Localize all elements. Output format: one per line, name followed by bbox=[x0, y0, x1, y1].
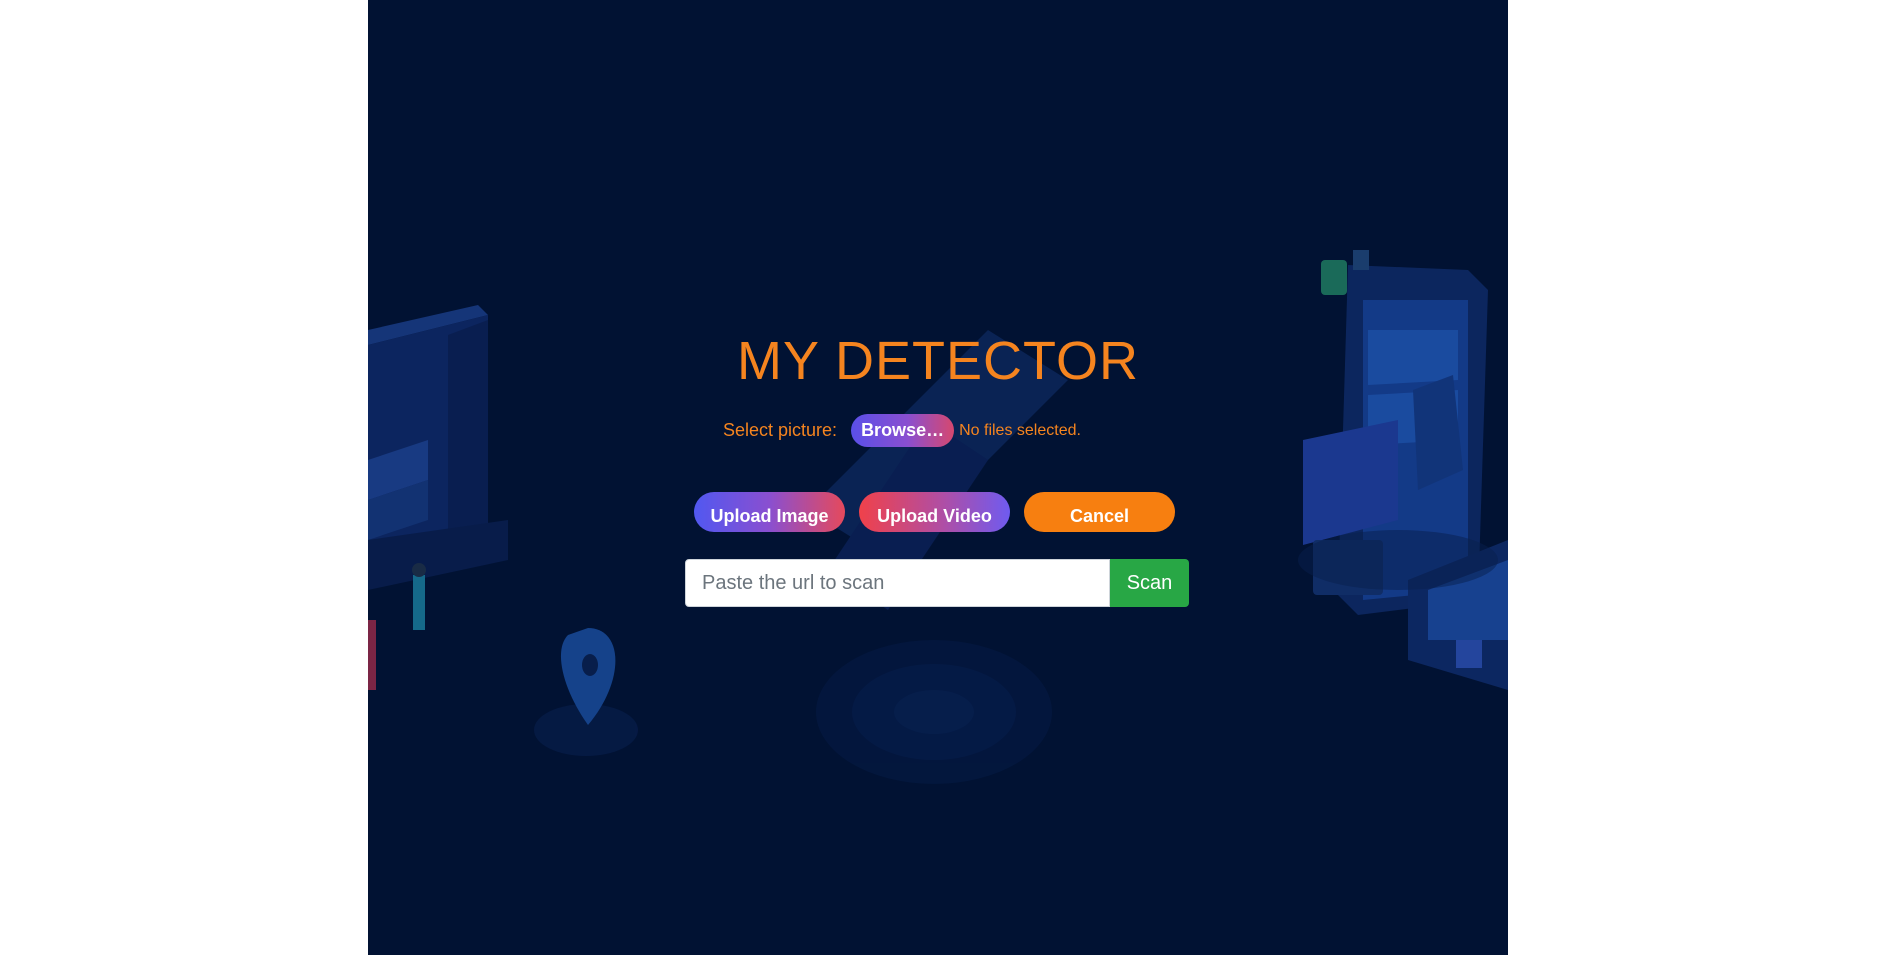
location-pin-illustration bbox=[534, 628, 638, 756]
file-picker-label: Select picture: bbox=[723, 420, 838, 440]
file-picker: Select picture: Browse… No files selecte… bbox=[723, 414, 1081, 447]
action-buttons: Upload Image Upload Video Cancel bbox=[694, 492, 1175, 532]
background-illustration bbox=[368, 250, 1508, 784]
right-device-illustration bbox=[1298, 250, 1508, 690]
url-scan-form: Scan bbox=[685, 559, 1189, 607]
cancel-button[interactable]: Cancel bbox=[1024, 492, 1175, 532]
upload-video-button[interactable]: Upload Video bbox=[859, 492, 1010, 532]
upload-image-button[interactable]: Upload Image bbox=[694, 492, 845, 532]
url-input[interactable] bbox=[685, 559, 1110, 607]
central-scan-illustration bbox=[808, 330, 1068, 784]
app-stage: MY DETECTOR Select picture: Browse… No f… bbox=[368, 0, 1508, 955]
scan-button[interactable]: Scan bbox=[1110, 559, 1189, 607]
browse-button[interactable]: Browse… bbox=[851, 414, 955, 447]
file-status: No files selected. bbox=[959, 421, 1081, 439]
page-title: MY DETECTOR bbox=[736, 331, 1140, 391]
